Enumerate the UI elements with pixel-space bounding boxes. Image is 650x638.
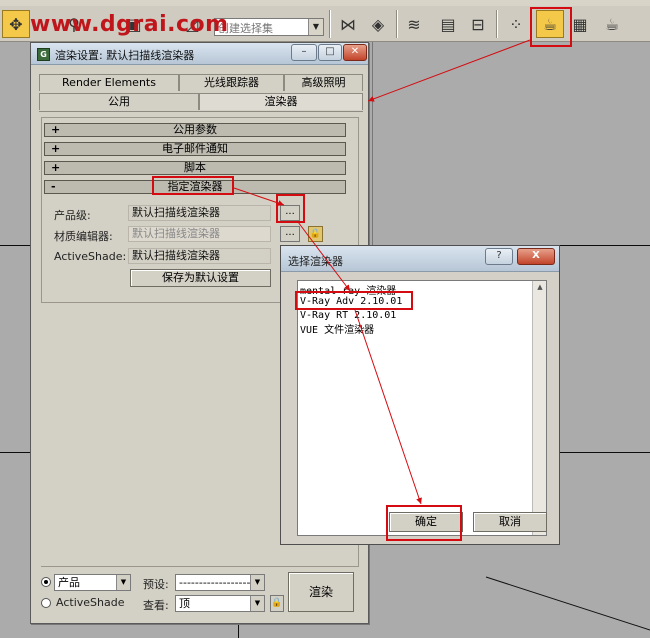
annotation-arrows: [233, 39, 531, 505]
